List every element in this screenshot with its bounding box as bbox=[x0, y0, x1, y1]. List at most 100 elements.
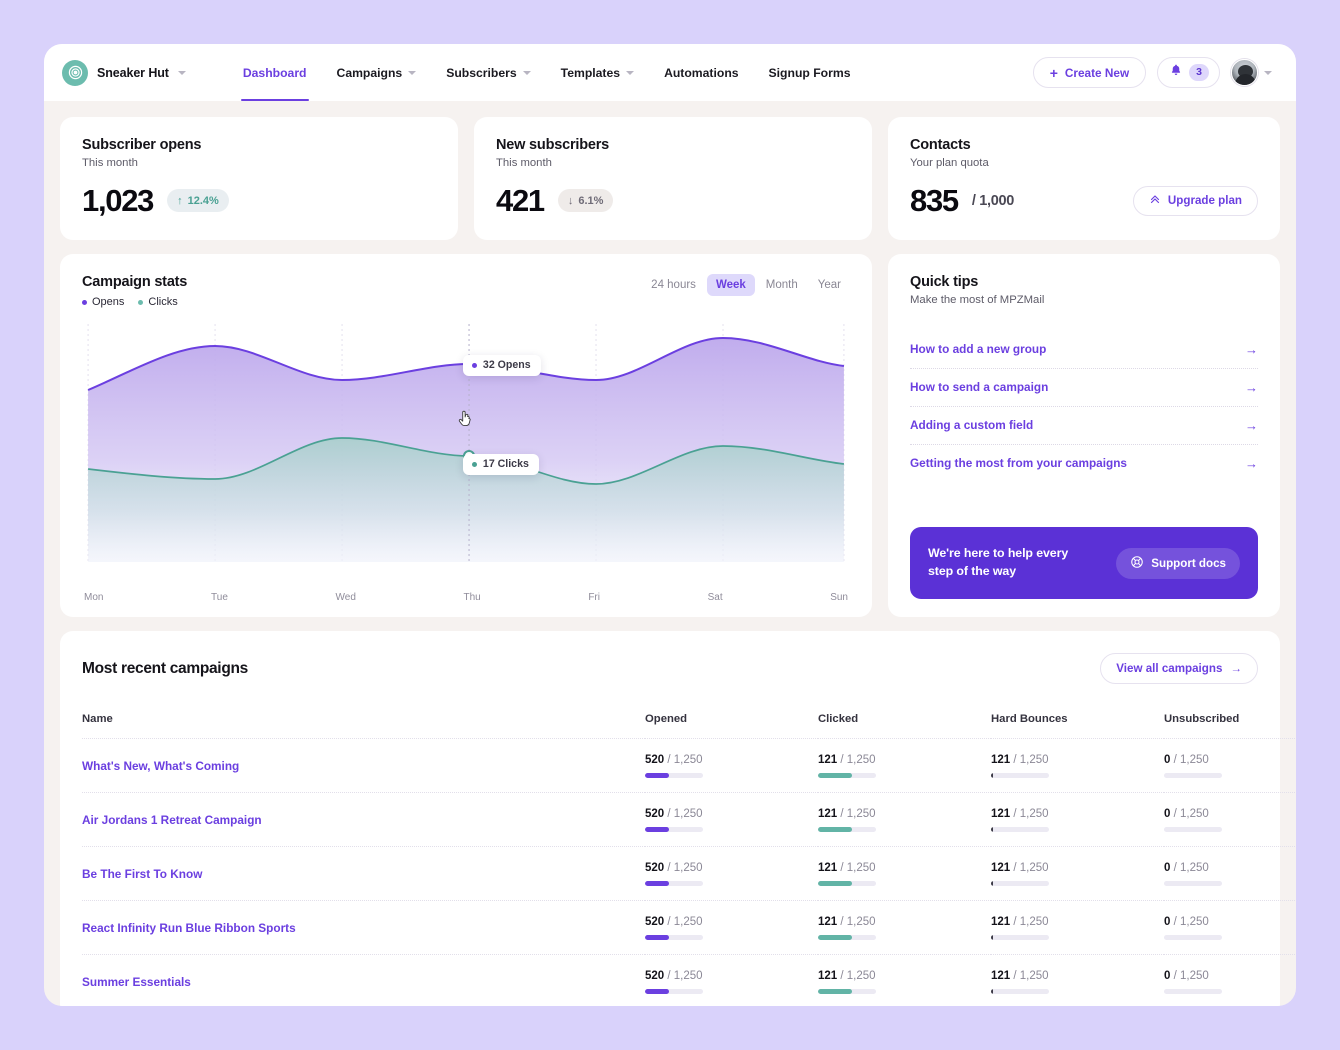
cell-hard-bounces: 121 / 1,250 bbox=[991, 846, 1164, 901]
progress-bar-track bbox=[818, 989, 876, 994]
recent-campaigns-card: Most recent campaigns View all campaigns… bbox=[60, 631, 1296, 1006]
progress-bar-track bbox=[991, 881, 1049, 886]
progress-bar-fill bbox=[818, 935, 852, 940]
column-header-name: Name bbox=[82, 713, 113, 725]
cell-clicked: 121 / 1,250 bbox=[818, 900, 991, 955]
cell-name: React Infinity Run Blue Ribbon Sports bbox=[82, 900, 645, 955]
chart-tooltip-clicks: 17 Clicks bbox=[462, 454, 539, 475]
page-title: Campaign stats bbox=[82, 274, 188, 290]
stat-value: 1,023 bbox=[82, 183, 154, 218]
brand-selector[interactable]: Sneaker Hut bbox=[62, 59, 186, 86]
arrow-right-icon: → bbox=[1245, 417, 1258, 433]
campaign-name-link[interactable]: React Infinity Run Blue Ribbon Sports bbox=[82, 921, 296, 935]
tip-label: How to send a campaign bbox=[910, 380, 1049, 394]
upgrade-plan-button[interactable]: Upgrade plan bbox=[1132, 185, 1258, 216]
progress-bar-fill bbox=[645, 935, 670, 940]
progress-bar-track bbox=[645, 773, 703, 778]
chart-plot-area[interactable]: 32 Opens 17 Clicks bbox=[82, 324, 850, 586]
list-item[interactable]: Adding a custom field → bbox=[910, 407, 1258, 445]
support-banner-line1: We're here to help every bbox=[928, 546, 1069, 561]
campaign-name-link[interactable]: Be The First To Know bbox=[82, 867, 202, 881]
delta-value: 12.4% bbox=[187, 194, 219, 207]
progress-bar-track bbox=[645, 827, 703, 832]
range-tab-week[interactable]: Week bbox=[706, 274, 755, 296]
stat-card-subscriber-opens: Subscriber opens This month 1,023 ↑ 12.4… bbox=[60, 117, 458, 240]
metric-value: 121 / 1,250 bbox=[818, 970, 876, 982]
chevron-down-icon bbox=[626, 70, 635, 75]
list-item[interactable]: Getting the most from your campaigns → bbox=[910, 445, 1258, 482]
campaigns-table-body: What's New, What's Coming 520 / 1,250 121 … bbox=[82, 738, 1296, 1006]
progress-bar-fill bbox=[818, 827, 852, 832]
view-all-campaigns-button[interactable]: View all campaigns → bbox=[1100, 653, 1258, 684]
account-menu[interactable] bbox=[1231, 59, 1272, 86]
create-new-button[interactable]: + Create New bbox=[1032, 57, 1147, 88]
x-tick-label: Thu bbox=[463, 592, 481, 603]
metric-value: 121 / 1,250 bbox=[991, 808, 1049, 820]
progress-bar-track bbox=[1164, 881, 1222, 886]
campaign-name-link[interactable]: What's New, What's Coming bbox=[82, 759, 239, 773]
progress-bar-track bbox=[645, 935, 703, 940]
avatar bbox=[1231, 59, 1258, 86]
stat-card-contacts: Contacts Your plan quota 835 / 1,000 Upg… bbox=[888, 117, 1280, 240]
column-header-unsubscribed: Unsubscribed bbox=[1164, 713, 1240, 725]
cell-name: Be The First To Know bbox=[82, 846, 645, 901]
chart-range-tabs: 24 hours Week Month Year bbox=[642, 274, 850, 296]
progress-bar-fill bbox=[991, 827, 993, 832]
metric-value: 121 / 1,250 bbox=[991, 916, 1049, 928]
progress-bar-track bbox=[645, 881, 703, 886]
support-banner-line2: step of the way bbox=[928, 564, 1017, 579]
arrow-down-icon: ↓ bbox=[567, 194, 574, 207]
table-row: Summer Essentials 520 / 1,250 121 / 1,250 1… bbox=[82, 954, 1296, 1006]
cell-hard-bounces: 121 / 1,250 bbox=[991, 900, 1164, 955]
support-banner: We're here to help every step of the way… bbox=[910, 527, 1258, 599]
cell-unsubscribed: 0 / 1,250 bbox=[1164, 846, 1296, 901]
nav-item-subscribers[interactable]: Subscribers bbox=[431, 44, 545, 101]
metric-value: 520 / 1,250 bbox=[645, 754, 703, 766]
metric-value: 121 / 1,250 bbox=[818, 862, 876, 874]
progress-bar-fill bbox=[645, 773, 670, 778]
nav-label: Campaigns bbox=[336, 65, 403, 80]
progress-bar-track bbox=[991, 773, 1049, 778]
nav-item-automations[interactable]: Automations bbox=[649, 44, 753, 101]
list-item[interactable]: How to add a new group → bbox=[910, 331, 1258, 369]
progress-bar-fill bbox=[818, 989, 852, 994]
range-tab-year[interactable]: Year bbox=[809, 274, 850, 296]
tooltip-label: 32 Opens bbox=[482, 359, 531, 371]
progress-bar-track bbox=[818, 827, 876, 832]
metric-value: 121 / 1,250 bbox=[991, 754, 1049, 766]
progress-bar-fill bbox=[991, 989, 993, 994]
cell-name: What's New, What's Coming bbox=[82, 738, 645, 793]
progress-bar-fill bbox=[818, 881, 852, 886]
table-row: Be The First To Know 520 / 1,250 121 / 1,2… bbox=[82, 846, 1296, 901]
create-new-label: Create New bbox=[1064, 65, 1130, 80]
legend-dot-opens bbox=[82, 299, 87, 305]
metric-value: 0 / 1,250 bbox=[1164, 808, 1209, 820]
metric-value: 0 / 1,250 bbox=[1164, 916, 1209, 928]
progress-bar-fill bbox=[645, 989, 670, 994]
metric-value: 121 / 1,250 bbox=[991, 862, 1049, 874]
progress-bar-fill bbox=[645, 827, 670, 832]
range-tab-24-hours[interactable]: 24 hours bbox=[642, 274, 705, 296]
brand-name: Sneaker Hut bbox=[97, 65, 169, 80]
main-nav: Dashboard Campaigns Subscribers Template… bbox=[228, 44, 866, 101]
mouse-cursor-icon bbox=[458, 410, 473, 427]
nav-item-signup-forms[interactable]: Signup Forms bbox=[754, 44, 866, 101]
nav-item-dashboard[interactable]: Dashboard bbox=[228, 44, 322, 101]
nav-item-campaigns[interactable]: Campaigns bbox=[322, 44, 432, 101]
campaign-name-link[interactable]: Summer Essentials bbox=[82, 975, 191, 989]
range-tab-month[interactable]: Month bbox=[757, 274, 807, 296]
nav-item-templates[interactable]: Templates bbox=[546, 44, 649, 101]
arrow-right-icon: → bbox=[1230, 662, 1242, 675]
support-docs-button[interactable]: Support docs bbox=[1116, 547, 1240, 579]
legend-item-opens: Opens bbox=[82, 296, 124, 308]
stat-title: Contacts bbox=[910, 137, 971, 153]
stat-cards-row: Subscriber opens This month 1,023 ↑ 12.4… bbox=[60, 117, 1280, 240]
cell-opened: 520 / 1,250 bbox=[645, 738, 818, 793]
nav-label: Templates bbox=[560, 65, 621, 80]
x-tick-label: Wed bbox=[335, 592, 356, 603]
progress-bar-track bbox=[818, 935, 876, 940]
cell-clicked: 121 / 1,250 bbox=[818, 846, 991, 901]
notifications-button[interactable]: 3 bbox=[1157, 57, 1220, 88]
campaign-name-link[interactable]: Air Jordans 1 Retreat Campaign bbox=[82, 813, 262, 827]
list-item[interactable]: How to send a campaign → bbox=[910, 369, 1258, 407]
